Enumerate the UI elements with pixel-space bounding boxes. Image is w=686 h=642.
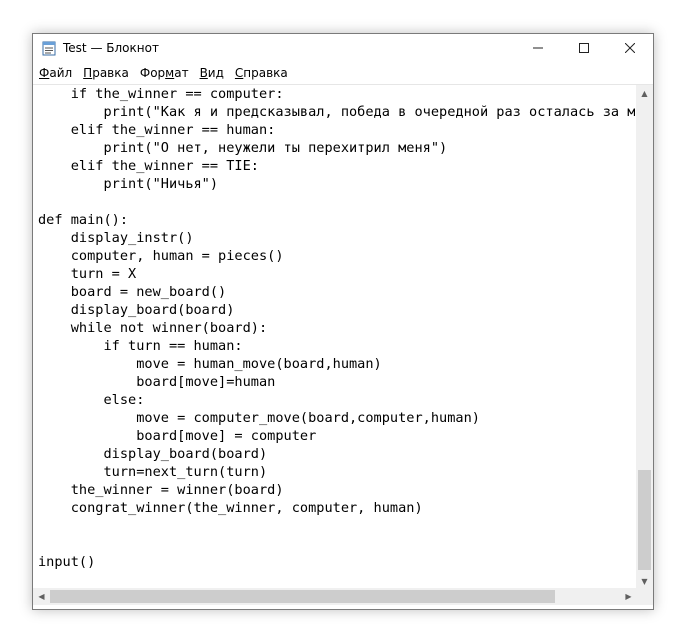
title-bar[interactable]: Test — Блокнот: [33, 34, 653, 62]
menu-view[interactable]: Вид: [200, 66, 230, 80]
code-line: elif the_winner == TIE:: [38, 158, 259, 174]
code-line: def main():: [38, 212, 129, 228]
minimize-icon: [533, 47, 543, 49]
code-line: move = computer_move(board,computer,huma…: [38, 410, 480, 426]
code-line: while not winner(board):: [38, 320, 268, 336]
code-line: turn=next_turn(turn): [38, 464, 268, 480]
code-line: the_winner = winner(board): [38, 482, 284, 498]
horizontal-scrollbar[interactable]: ◀ ▶: [33, 588, 637, 605]
menu-format[interactable]: Формат: [140, 66, 195, 80]
code-line: if turn == human:: [38, 338, 243, 354]
code-line: congrat_winner(the_winner, computer, hum…: [38, 500, 423, 516]
code-line: display_instr(): [38, 230, 194, 246]
code-line: input(): [38, 554, 96, 570]
notepad-window: Test — Блокнот Файл Правка Формат Вид Сп…: [32, 33, 654, 610]
vertical-scroll-thumb[interactable]: [638, 470, 651, 570]
code-line: if the_winner == computer:: [38, 86, 284, 102]
menu-edit[interactable]: Правка: [83, 66, 135, 80]
code-line: print("Ничья"): [38, 176, 219, 192]
maximize-button[interactable]: [561, 34, 607, 62]
code-line: computer, human = pieces(): [38, 248, 284, 264]
code-line: elif the_winner == human:: [38, 122, 276, 138]
text-editor[interactable]: if the_winner == computer: print("Как я …: [33, 85, 637, 590]
scrollbar-corner: [636, 588, 653, 605]
code-line: display_board(board): [38, 302, 235, 318]
code-line: board[move] = computer: [38, 428, 317, 444]
minimize-button[interactable]: [515, 34, 561, 62]
horizontal-scroll-thumb[interactable]: [50, 590, 555, 603]
menu-file[interactable]: Файл: [39, 66, 78, 80]
close-icon: [625, 43, 635, 53]
vertical-scrollbar[interactable]: ▲ ▼: [635, 85, 653, 590]
code-line: display_board(board): [38, 446, 268, 462]
close-button[interactable]: [607, 34, 653, 62]
code-line: move = human_move(board,human): [38, 356, 382, 372]
code-line: board[move]=human: [38, 374, 276, 390]
code-line: print("Как я и предсказывал, победа в оч…: [38, 104, 637, 120]
maximize-icon: [579, 43, 589, 53]
notepad-icon: [42, 40, 56, 56]
arrow-right-icon[interactable]: ▶: [620, 588, 637, 605]
window-title: Test — Блокнот: [63, 41, 159, 55]
code-line: turn = X: [38, 266, 137, 282]
arrow-left-icon[interactable]: ◀: [33, 588, 50, 605]
arrow-up-icon[interactable]: ▲: [636, 85, 653, 102]
code-line: print("О нет, неужели ты перехитрил меня…: [38, 140, 448, 156]
code-line: else:: [38, 392, 145, 408]
menu-bar: Файл Правка Формат Вид Справка: [33, 62, 653, 85]
code-line: board = new_board(): [38, 284, 227, 300]
menu-help[interactable]: Справка: [235, 66, 294, 80]
